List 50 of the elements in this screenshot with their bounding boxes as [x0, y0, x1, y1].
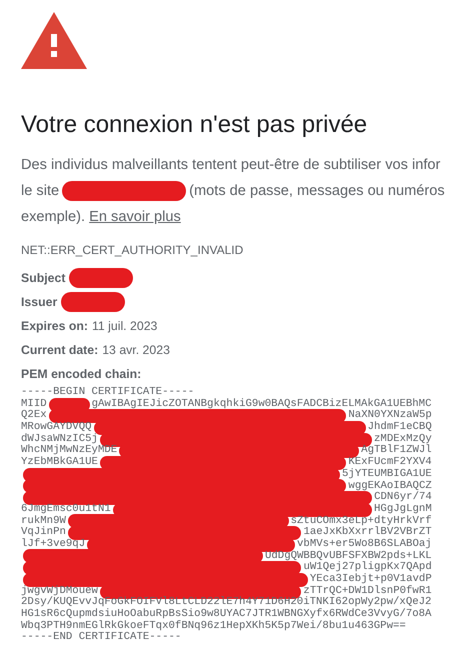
- certificate-text: MIID: [21, 398, 47, 410]
- certificate-text: YzEbMBkGA1UE: [21, 457, 98, 469]
- certificate-text: WhcNMjMwNzEyMDE: [21, 445, 118, 456]
- intro-text: le site: [21, 182, 60, 201]
- certificate-text: -----END CERTIFICATE-----: [21, 632, 182, 644]
- detail-label: PEM encoded chain:: [21, 366, 142, 383]
- detail-label: Current date:: [21, 342, 98, 359]
- certificate-text: 2Dsy/KUQEvvJqFoGkFOIFVl8LtCLD22lE7h4Y71D6H20iTNKI62opWy2pw/xQeJ2: [21, 597, 432, 608]
- certificate-text: AgTBlF1ZWJl: [361, 445, 432, 456]
- intro-text: (mots de passe, messages ou numéros: [189, 182, 445, 201]
- certificate-text: HG1sR6cQupmdsiuHoOabuRpBsSio9w8UYAC7JTR1WBNGXyfx6RWdCe3VvyG/7o8A: [21, 609, 432, 620]
- warning-icon: [21, 12, 87, 69]
- page-heading: Votre connexion n'est pas privée: [21, 110, 368, 140]
- certificate-text: YEca3Iebjt+p0V1avdP: [310, 574, 432, 585]
- redaction-mark: [61, 292, 126, 312]
- certificate-text: zTTrQC+DW1DlsnP0fwR1: [303, 586, 432, 597]
- certificate-text: zMDExMzQy: [374, 434, 432, 445]
- certificate-text: -----BEGIN CERTIFICATE-----: [21, 387, 194, 398]
- certificate-text: Wbq3PTH9nmEGlRkGkoeFTqx0fBNq96z1HepXKh5K5p7Wei/8bu1u463GPw==: [21, 620, 406, 632]
- intro-text: exemple).: [21, 209, 86, 225]
- certificate-text: VqJinPn: [21, 527, 66, 538]
- redaction-mark: [69, 268, 134, 288]
- certificate-text: dWJsaWNzIC5j: [21, 434, 98, 445]
- learn-more-link[interactable]: En savoir plus: [89, 209, 181, 225]
- certificate-text: CDN6yr/74: [374, 492, 432, 504]
- detail-value: 11 juil. 2023: [92, 318, 158, 335]
- certificate-text: MRowGAYDVQQ: [21, 422, 92, 434]
- certificate-text: gAwIBAgIEJicZOTANBgkqhkiG9w0BAQsFADCBizELMAkGA1UEBhMC: [92, 398, 432, 410]
- error-code: NET::ERR_CERT_AUTHORITY_INVALID: [21, 242, 244, 258]
- certificate-text: rukMn9W: [21, 516, 66, 527]
- certificate-text: uW1Qej27pligpKx7QApd: [303, 562, 432, 574]
- certificate-text: HGgJgLgnM: [374, 504, 432, 515]
- certificate-text: sZtuCOmx3eLp+dtyHrkVrf: [290, 516, 432, 527]
- certificate-text: 1aeJxKbXxrrlBV2VBrZT: [303, 527, 432, 538]
- certificate-text: JhdmF1eCBQ: [368, 422, 432, 434]
- certificate-text: 6JmgEmsc0u1tN1: [21, 504, 111, 515]
- intro-text: Des individus malveillants tentent peut-être de subtiliser vos infor: [21, 157, 440, 173]
- certificate-text: KExFUcmF2YXV4: [348, 457, 432, 468]
- certificate-text: UdDgQWBBQvUBFSFXBW2pds+LKL: [264, 550, 432, 562]
- certificate-text: jwgvWjDMouew: [21, 586, 98, 597]
- detail-label: Issuer: [21, 294, 58, 311]
- certificate-text: 5jYTEUMBIGA1UE: [342, 468, 432, 480]
- certificate-text: wggEKAoIBAQCZ: [348, 480, 432, 492]
- certificate-text: Q2Ex: [21, 410, 47, 422]
- detail-value: 13 avr. 2023: [102, 342, 170, 359]
- detail-label: Expires on:: [21, 318, 88, 335]
- detail-label: Subject: [21, 270, 66, 287]
- certificate-text: NaXN0YXNzaW5p: [348, 410, 432, 422]
- certificate-text: lJf+3ve9qJ: [21, 538, 86, 551]
- certificate-text: vbMVs+er5Wo8B6SLABOaj: [297, 538, 432, 550]
